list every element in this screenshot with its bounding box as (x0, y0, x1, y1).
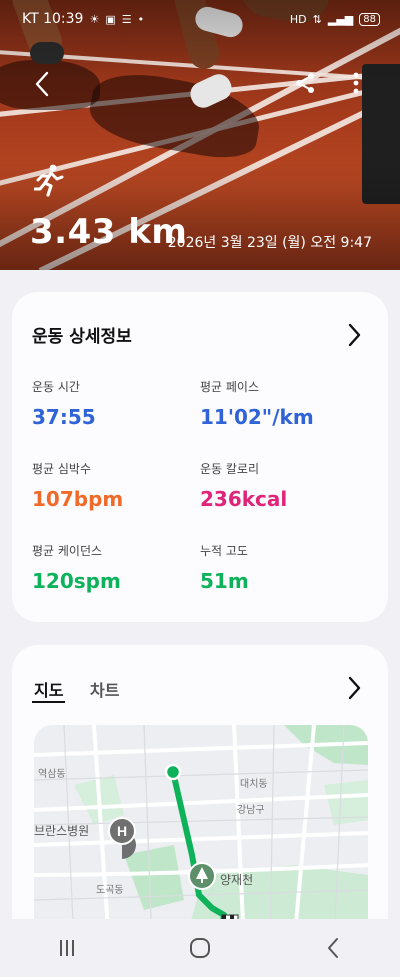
map-label-hospital: 브란스병원 (34, 824, 89, 838)
battery-icon: 88 (359, 12, 380, 26)
metric-label: 평균 케이던스 (32, 544, 103, 558)
carrier-time: KT 10:39 (22, 11, 84, 27)
metric-avg-heart-rate: 평균 심박수 107bpm (32, 460, 123, 511)
metric-value: 236kcal (200, 487, 288, 511)
metric-value: 37:55 (32, 405, 96, 429)
share-button[interactable] (290, 68, 320, 98)
share-icon (296, 73, 314, 93)
metric-value: 107bpm (32, 487, 124, 511)
workout-datetime: 2026년 3월 23일 (월) 오전 9:47 (167, 235, 372, 251)
mail-icon: ☰ (121, 12, 132, 26)
home-icon (189, 938, 210, 958)
metric-elevation-gain: 누적 고도 51m (200, 542, 249, 593)
details-title: 운동 상세정보 (32, 327, 132, 347)
sun-icon: ☀ (89, 12, 100, 26)
back-icon (328, 938, 339, 958)
map-card: 지도 차트 H 역삼동 대치동 강남구 도곡동 브란스병원 양재천 (12, 645, 388, 945)
app-icon: ▣ (105, 12, 116, 26)
metric-value: 11'02"/km (200, 405, 314, 429)
map-label-daechi: 대치동 (240, 778, 268, 790)
status-bar: KT 10:39 ☀ ▣ ☰ • HD ⇅ ▂▄▆ 88 (22, 8, 380, 30)
tab-map[interactable]: 지도 (34, 677, 63, 701)
metric-calories: 운동 칼로리 236kcal (200, 460, 287, 511)
metric-duration: 운동 시간 37:55 (32, 378, 96, 429)
map-label-yeoksam: 역삼동 (38, 768, 66, 780)
chevron-left-icon (35, 71, 49, 97)
metric-label: 누적 고도 (200, 544, 248, 558)
home-button[interactable] (170, 928, 230, 968)
metric-label: 평균 페이스 (200, 380, 260, 394)
park-icon (188, 862, 216, 890)
route-map[interactable]: H 역삼동 대치동 강남구 도곡동 브란스병원 양재천 (34, 725, 368, 945)
dot-icon: • (137, 12, 145, 26)
metric-label: 평균 심박수 (32, 462, 92, 476)
hd-icon: HD (289, 12, 307, 26)
more-options-button[interactable] (344, 68, 368, 98)
map-chevron-icon[interactable] (344, 675, 364, 701)
metric-avg-cadence: 평균 케이던스 120spm (32, 542, 121, 593)
distance-value: 3.43 km (30, 212, 188, 252)
back-button[interactable] (28, 68, 56, 100)
details-chevron-icon[interactable] (344, 322, 364, 348)
system-navigation-bar (0, 919, 400, 977)
metric-value: 120spm (32, 569, 121, 593)
recent-apps-button[interactable] (37, 928, 97, 968)
map-label-gangnam: 강남구 (237, 804, 265, 816)
more-vert-icon (353, 72, 359, 94)
system-back-button[interactable] (303, 928, 363, 968)
map-label-dogok: 도곡동 (96, 884, 124, 896)
signal-icon: ▂▄▆ (327, 12, 354, 26)
map-label-yangjaecheon: 양재천 (220, 872, 253, 887)
running-icon (34, 164, 64, 197)
active-tab-indicator (32, 701, 65, 703)
metric-label: 운동 칼로리 (200, 462, 260, 476)
workout-details-card: 운동 상세정보 운동 시간 37:55 평균 페이스 11'02"/km 평균 … (12, 292, 388, 622)
metric-avg-pace: 평균 페이스 11'02"/km (200, 378, 314, 429)
recent-apps-icon (59, 940, 74, 956)
metric-value: 51m (200, 569, 249, 593)
tab-chart[interactable]: 차트 (90, 677, 119, 701)
svg-text:H: H (117, 823, 127, 839)
metric-label: 운동 시간 (32, 380, 80, 394)
volte-icon: ⇅ (312, 12, 322, 26)
